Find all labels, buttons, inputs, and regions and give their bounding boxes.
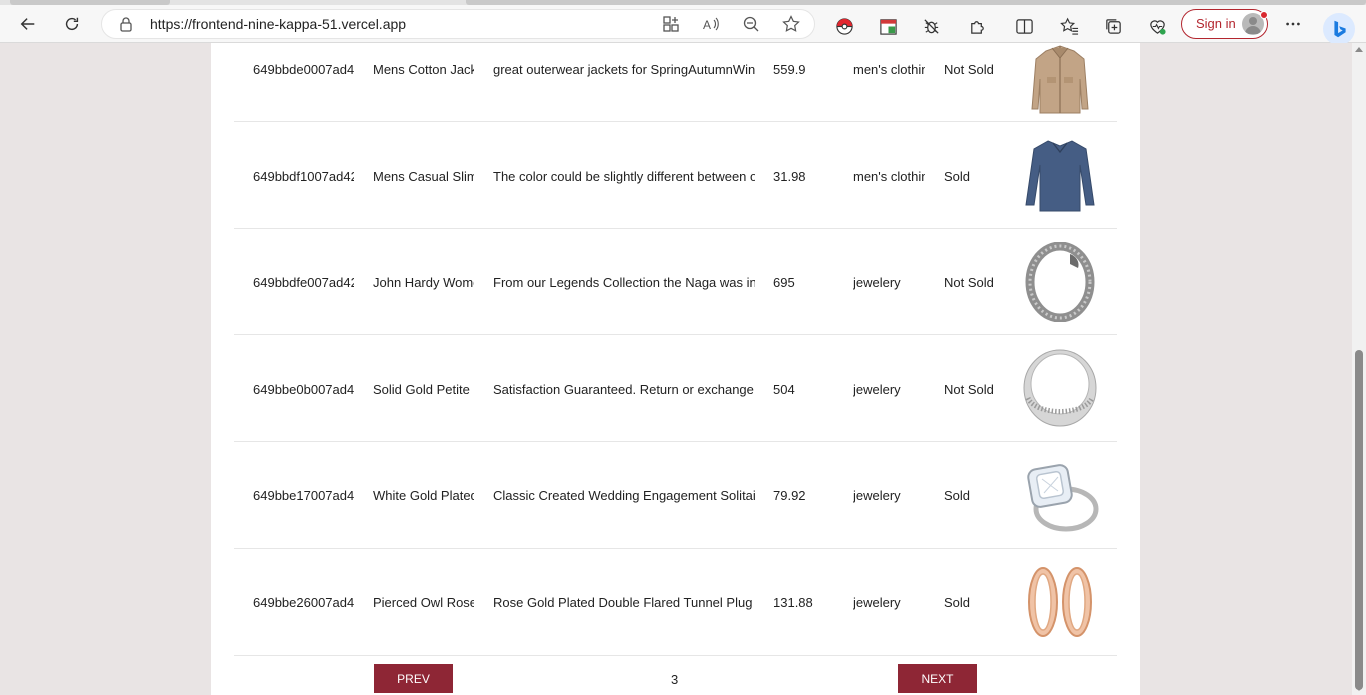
bing-copilot-button[interactable] (1323, 13, 1355, 45)
bing-icon (1334, 20, 1346, 38)
product-title: Mens Casual Slim Fit (373, 169, 474, 184)
table-row: 649bbdf1007ad42 Mens Casual Slim Fit The… (234, 122, 1117, 229)
bug-extension-icon[interactable] (920, 15, 942, 37)
scroll-up-arrow-icon[interactable] (1355, 47, 1363, 52)
more-menu-button[interactable] (1278, 9, 1308, 39)
table-row: 649bbe0b007ad42 Solid Gold Petite Microp… (234, 335, 1117, 442)
ring-icon (1020, 348, 1100, 428)
calendar-extension-icon[interactable] (877, 15, 899, 37)
products-panel: 649bbde0007ad42 Mens Cotton Jacket great… (211, 43, 1140, 695)
current-page-number: 3 (671, 672, 679, 687)
product-id: 649bbe0b007ad42 (253, 382, 354, 397)
lock-icon (120, 17, 132, 32)
table-row: 649bbe26007ad42 Pierced Owl Rose Gold Ro… (234, 549, 1117, 656)
app-available-icon[interactable] (662, 15, 682, 35)
product-price: 131.88 (773, 595, 813, 610)
vertical-scrollbar[interactable] (1352, 43, 1366, 695)
sign-in-button[interactable]: Sign in (1181, 9, 1268, 39)
jacket-icon (1020, 43, 1100, 117)
product-category: jewelery (853, 382, 901, 397)
table-row: 649bbe17007ad42 White Gold Plated Prince… (234, 442, 1117, 549)
product-id: 649bbde0007ad42 (253, 62, 354, 77)
back-arrow-icon (20, 18, 35, 30)
product-price: 504 (773, 382, 795, 397)
sign-in-label: Sign in (1196, 16, 1236, 31)
address-bar[interactable]: https://frontend-nine-kappa-51.vercel.ap… (101, 9, 815, 39)
product-category: men's clothing (853, 169, 925, 184)
page-viewport: 649bbde0007ad42 Mens Cotton Jacket great… (0, 43, 1352, 695)
svg-text:A: A (703, 18, 711, 32)
url-text[interactable]: https://frontend-nine-kappa-51.vercel.ap… (150, 16, 406, 32)
product-status: Not Sold (944, 275, 994, 290)
table-row: 649bbde0007ad42 Mens Cotton Jacket great… (234, 43, 1117, 122)
next-button[interactable]: NEXT (898, 664, 977, 693)
browser-essentials-icon[interactable] (1146, 15, 1168, 37)
read-aloud-icon[interactable]: A (702, 15, 722, 35)
product-id: 649bbdf1007ad42 (253, 169, 354, 184)
pokeball-extension-icon[interactable] (833, 15, 855, 37)
refresh-button[interactable] (57, 9, 87, 39)
product-category: jewelery (853, 488, 901, 503)
product-status: Sold (944, 169, 971, 184)
product-status: Not Sold (944, 62, 994, 77)
favorite-star-icon[interactable] (782, 15, 802, 35)
ellipsis-icon (1286, 22, 1300, 26)
collections-icon[interactable] (1102, 15, 1124, 37)
product-id: 649bbe26007ad42 (253, 595, 354, 610)
refresh-icon (65, 17, 79, 31)
product-status: Not Sold (944, 382, 994, 397)
product-title: Solid Gold Petite Micropave (373, 382, 474, 397)
split-screen-icon[interactable] (1013, 15, 1035, 37)
product-title: John Hardy Women's (373, 275, 474, 290)
product-title: Pierced Owl Rose Gold (373, 595, 474, 610)
back-button[interactable] (13, 9, 43, 39)
product-status: Sold (944, 595, 971, 610)
product-description: great outerwear jackets for SpringAutumn… (493, 62, 755, 77)
notification-dot-icon (1260, 11, 1268, 19)
product-description: Satisfaction Guaranteed. Return or excha… (493, 382, 755, 397)
prev-button[interactable]: PREV (374, 664, 453, 693)
table-row: 649bbdfe007ad42 John Hardy Women's From … (234, 229, 1117, 335)
product-price: 31.98 (773, 169, 806, 184)
product-price: 559.9 (773, 62, 806, 77)
scrollbar-thumb[interactable] (1355, 350, 1363, 690)
diamond-ring-icon (1020, 455, 1100, 535)
favorites-icon[interactable] (1058, 15, 1080, 37)
product-id: 649bbe17007ad42 (253, 488, 354, 503)
zoom-out-icon[interactable] (742, 15, 762, 35)
product-title: White Gold Plated Princess (373, 488, 474, 503)
shirt-icon (1020, 135, 1100, 215)
plug-earrings-icon (1020, 562, 1100, 642)
extensions-puzzle-icon[interactable] (966, 15, 988, 37)
product-description: Classic Created Wedding Engagement Solit… (493, 488, 755, 503)
product-category: jewelery (853, 275, 901, 290)
bracelet-icon (1020, 241, 1100, 323)
product-description: Rose Gold Plated Double Flared Tunnel Pl… (493, 595, 755, 610)
product-price: 79.92 (773, 488, 806, 503)
product-description: The color could be slightly different be… (493, 169, 755, 184)
scroll-down-arrow-icon[interactable] (1355, 686, 1363, 691)
browser-toolbar: https://frontend-nine-kappa-51.vercel.ap… (0, 5, 1366, 45)
product-id: 649bbdfe007ad42 (253, 275, 354, 290)
product-title: Mens Cotton Jacket (373, 62, 474, 77)
product-category: men's clothing (853, 62, 925, 77)
product-category: jewelery (853, 595, 901, 610)
product-price: 695 (773, 275, 795, 290)
product-description: From our Legends Collection the Naga was… (493, 275, 755, 290)
product-status: Sold (944, 488, 971, 503)
